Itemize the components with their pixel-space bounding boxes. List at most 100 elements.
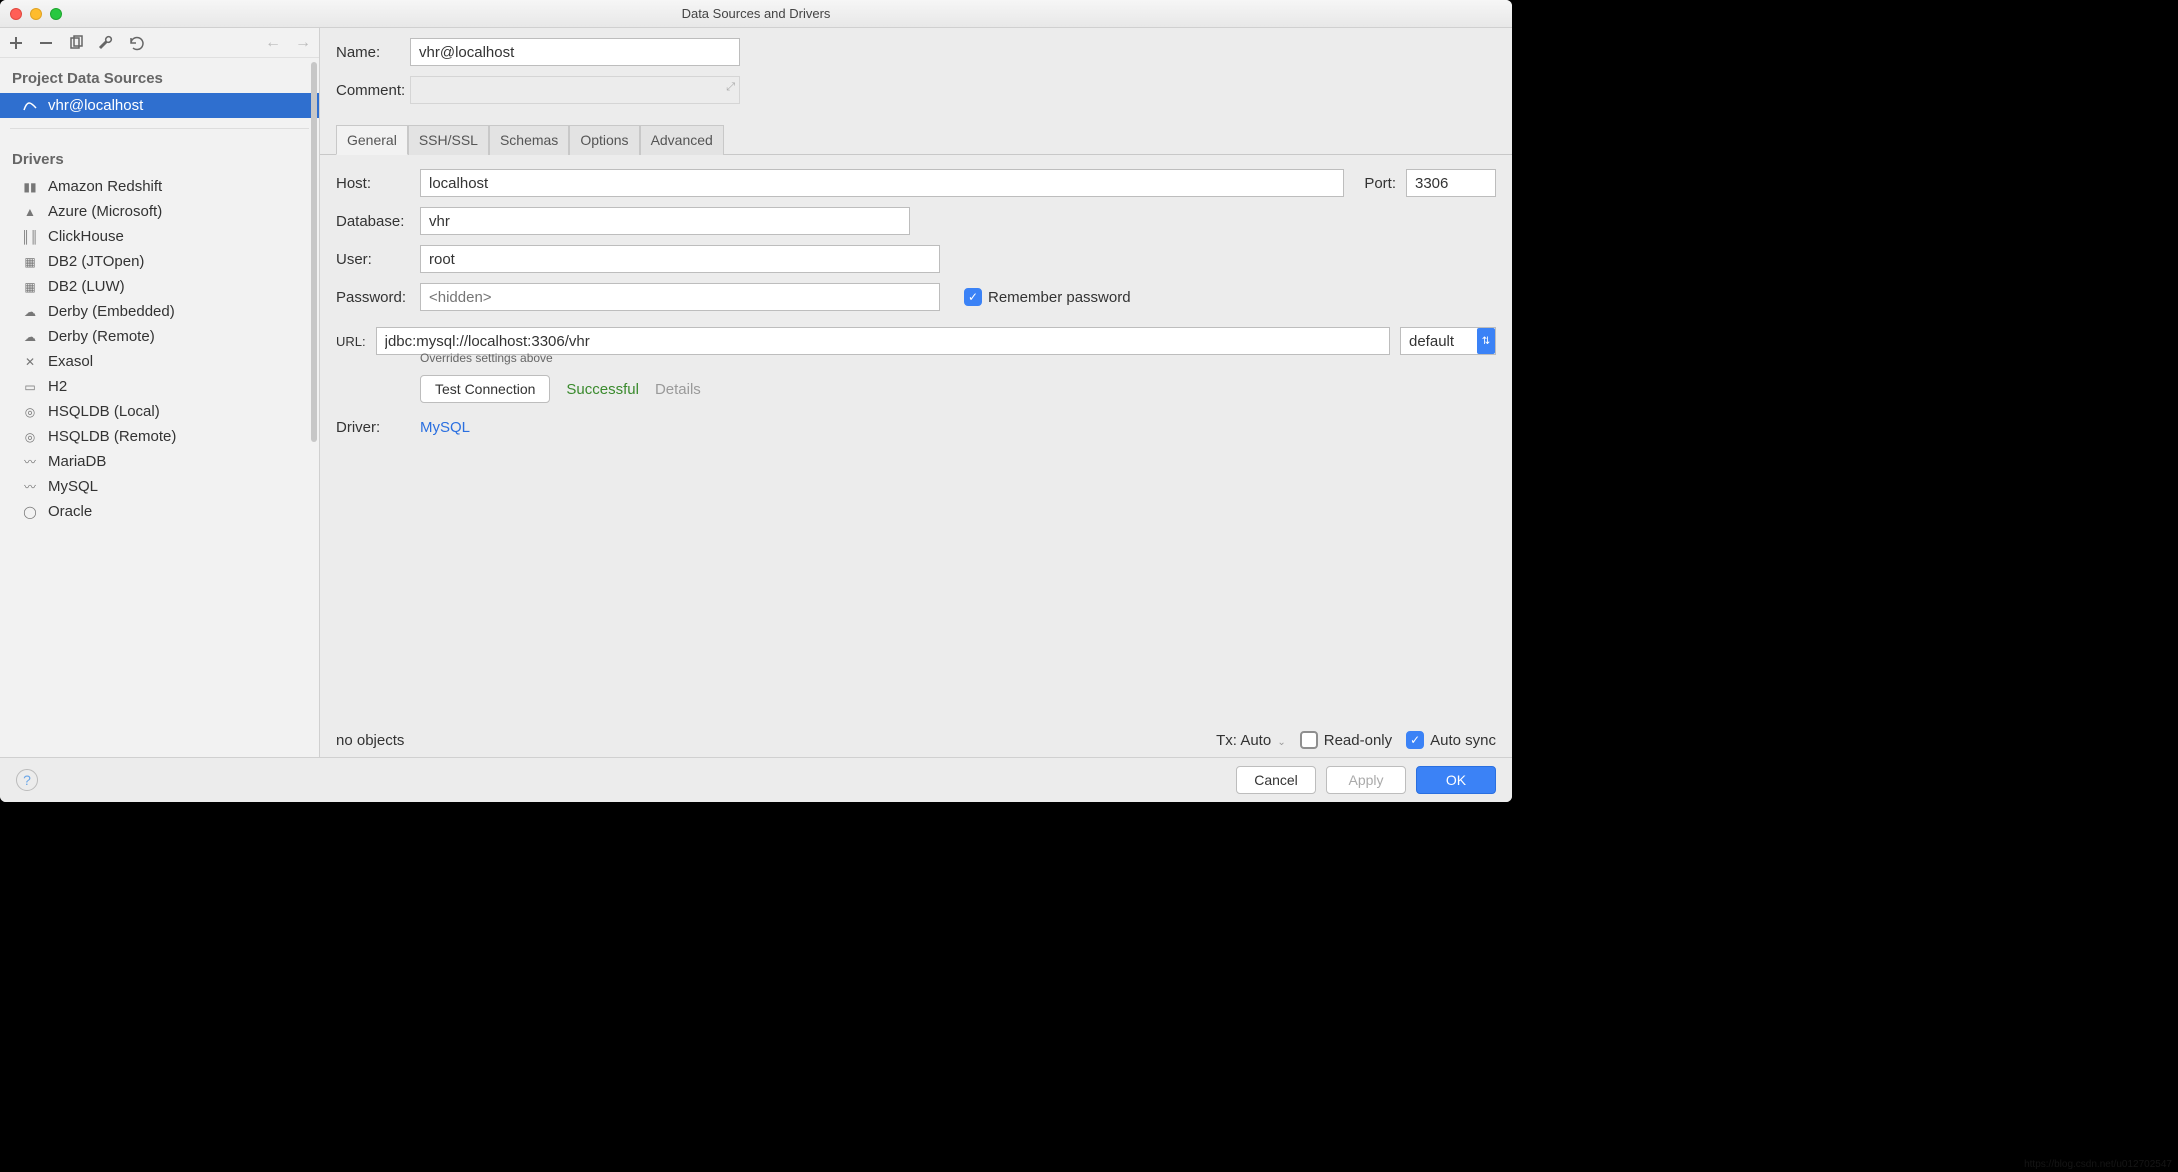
comment-input[interactable]: ⤢ bbox=[410, 76, 740, 104]
forward-icon[interactable]: → bbox=[295, 34, 311, 52]
test-details-link[interactable]: Details bbox=[655, 381, 701, 398]
driver-icon: ▲ bbox=[22, 204, 38, 220]
driver-icon: ✕ bbox=[22, 354, 38, 370]
tab-schemas[interactable]: Schemas bbox=[489, 125, 569, 155]
data-source-label: vhr@localhost bbox=[48, 97, 143, 114]
tab-general[interactable]: General bbox=[336, 125, 408, 155]
url-label: URL: bbox=[336, 334, 366, 349]
driver-item[interactable]: 〰 MariaDB bbox=[0, 449, 319, 474]
driver-icon: ◎ bbox=[22, 429, 38, 445]
driver-icon: ▭ bbox=[22, 379, 38, 395]
driver-item[interactable]: ◯Oracle bbox=[0, 499, 319, 524]
test-status: Successful bbox=[566, 381, 639, 398]
driver-label: HSQLDB (Remote) bbox=[48, 428, 176, 445]
driver-item[interactable]: ☁ Derby (Remote) bbox=[0, 324, 319, 349]
driver-icon: ▦ bbox=[22, 279, 38, 295]
database-input[interactable] bbox=[420, 207, 910, 235]
bottom-meta: no objects Tx: Auto ⌄ Read-only ✓ Auto s… bbox=[320, 731, 1512, 757]
tab-advanced[interactable]: Advanced bbox=[640, 125, 724, 155]
help-icon[interactable]: ? bbox=[16, 769, 38, 791]
chevron-down-icon: ⌄ bbox=[1277, 737, 1285, 748]
add-icon[interactable] bbox=[8, 35, 24, 51]
user-input[interactable] bbox=[420, 245, 940, 273]
driver-label: MariaDB bbox=[48, 453, 106, 470]
user-label: User: bbox=[336, 251, 410, 268]
chevron-updown-icon: ⇅ bbox=[1477, 328, 1495, 354]
driver-label: Derby (Remote) bbox=[48, 328, 155, 345]
driver-item[interactable]: 〰MySQL bbox=[0, 474, 319, 499]
driver-icon: ☁ bbox=[22, 304, 38, 320]
driver-link[interactable]: MySQL bbox=[420, 419, 470, 436]
port-label: Port: bbox=[1364, 175, 1396, 192]
driver-item[interactable]: ▲ Azure (Microsoft) bbox=[0, 199, 319, 224]
tabs: General SSH/SSL Schemas Options Advanced bbox=[320, 124, 1512, 155]
driver-item[interactable]: ▦ DB2 (JTOpen) bbox=[0, 249, 319, 274]
name-input[interactable] bbox=[410, 38, 740, 66]
back-icon[interactable]: ← bbox=[265, 34, 281, 52]
password-label: Password: bbox=[336, 289, 410, 306]
driver-item[interactable]: ║║ClickHouse bbox=[0, 224, 319, 249]
database-label: Database: bbox=[336, 213, 410, 230]
driver-icon: ▦ bbox=[22, 254, 38, 270]
data-source-item[interactable]: vhr@localhost bbox=[0, 93, 319, 118]
tx-selector[interactable]: Tx: Auto ⌄ bbox=[1216, 732, 1286, 749]
driver-item[interactable]: ◎ HSQLDB (Local) bbox=[0, 399, 319, 424]
driver-label: Derby (Embedded) bbox=[48, 303, 175, 320]
ok-button[interactable]: OK bbox=[1416, 766, 1496, 794]
remember-password-label: Remember password bbox=[988, 289, 1131, 306]
host-label: Host: bbox=[336, 175, 410, 192]
read-only-checkbox[interactable] bbox=[1300, 731, 1318, 749]
url-mode-label: default bbox=[1409, 333, 1454, 350]
driver-item[interactable]: ▮▮Amazon Redshift bbox=[0, 174, 319, 199]
sidebar-toolbar: ← → bbox=[0, 28, 319, 58]
port-input[interactable] bbox=[1406, 169, 1496, 197]
driver-label: DB2 (JTOpen) bbox=[48, 253, 144, 270]
driver-label: Oracle bbox=[48, 503, 92, 520]
name-label: Name: bbox=[336, 44, 410, 61]
remember-password-checkbox[interactable]: ✓ bbox=[964, 288, 982, 306]
test-connection-button[interactable]: Test Connection bbox=[420, 375, 550, 403]
sidebar-list[interactable]: Project Data Sources vhr@localhost Drive… bbox=[0, 58, 319, 757]
driver-icon: ◎ bbox=[22, 404, 38, 420]
tab-general-body: Host: Port: Database: User: Password: bbox=[320, 155, 1512, 731]
tab-options[interactable]: Options bbox=[569, 125, 639, 155]
driver-item[interactable]: ▦DB2 (LUW) bbox=[0, 274, 319, 299]
tab-sshssl[interactable]: SSH/SSL bbox=[408, 125, 489, 155]
driver-icon: 〰 bbox=[22, 454, 38, 470]
driver-item[interactable]: ◎ HSQLDB (Remote) bbox=[0, 424, 319, 449]
dialog-footer: ? Cancel Apply OK bbox=[0, 757, 1512, 802]
wrench-icon[interactable] bbox=[98, 35, 114, 51]
comment-label: Comment: bbox=[336, 82, 410, 99]
driver-label: Azure (Microsoft) bbox=[48, 203, 162, 220]
auto-sync-checkbox[interactable]: ✓ bbox=[1406, 731, 1424, 749]
url-mode-select[interactable]: default ⇅ bbox=[1400, 327, 1496, 355]
sidebar: ← → Project Data Sources vhr@localhost D… bbox=[0, 28, 320, 757]
dialog-window: Data Sources and Drivers ← → Project Dat… bbox=[0, 0, 1512, 802]
password-input[interactable] bbox=[420, 283, 940, 311]
driver-item[interactable]: ☁ Derby (Embedded) bbox=[0, 299, 319, 324]
auto-sync-label: Auto sync bbox=[1430, 732, 1496, 749]
no-objects-label: no objects bbox=[336, 732, 404, 749]
reset-icon[interactable] bbox=[128, 35, 144, 51]
mysql-icon bbox=[22, 98, 38, 114]
main-panel: Name: Comment: ⤢ General SSH/SSL Schemas… bbox=[320, 28, 1512, 757]
driver-label: Exasol bbox=[48, 353, 93, 370]
remove-icon[interactable] bbox=[38, 35, 54, 51]
driver-label: Driver: bbox=[336, 419, 410, 436]
watermark: https://blog.csdn.net/u012702547 bbox=[2024, 1159, 2172, 1170]
driver-item[interactable]: ▭H2 bbox=[0, 374, 319, 399]
expand-icon[interactable]: ⤢ bbox=[726, 81, 735, 94]
read-only-label: Read-only bbox=[1324, 732, 1392, 749]
apply-button[interactable]: Apply bbox=[1326, 766, 1406, 794]
driver-icon: ▮▮ bbox=[22, 179, 38, 195]
copy-icon[interactable] bbox=[68, 35, 84, 51]
window-title: Data Sources and Drivers bbox=[0, 6, 1512, 21]
titlebar: Data Sources and Drivers bbox=[0, 0, 1512, 28]
driver-item[interactable]: ✕ Exasol bbox=[0, 349, 319, 374]
host-input[interactable] bbox=[420, 169, 1344, 197]
cancel-button[interactable]: Cancel bbox=[1236, 766, 1316, 794]
driver-icon: ☁ bbox=[22, 329, 38, 345]
driver-icon: 〰 bbox=[22, 479, 38, 495]
driver-icon: ║║ bbox=[22, 229, 38, 245]
driver-label: HSQLDB (Local) bbox=[48, 403, 160, 420]
